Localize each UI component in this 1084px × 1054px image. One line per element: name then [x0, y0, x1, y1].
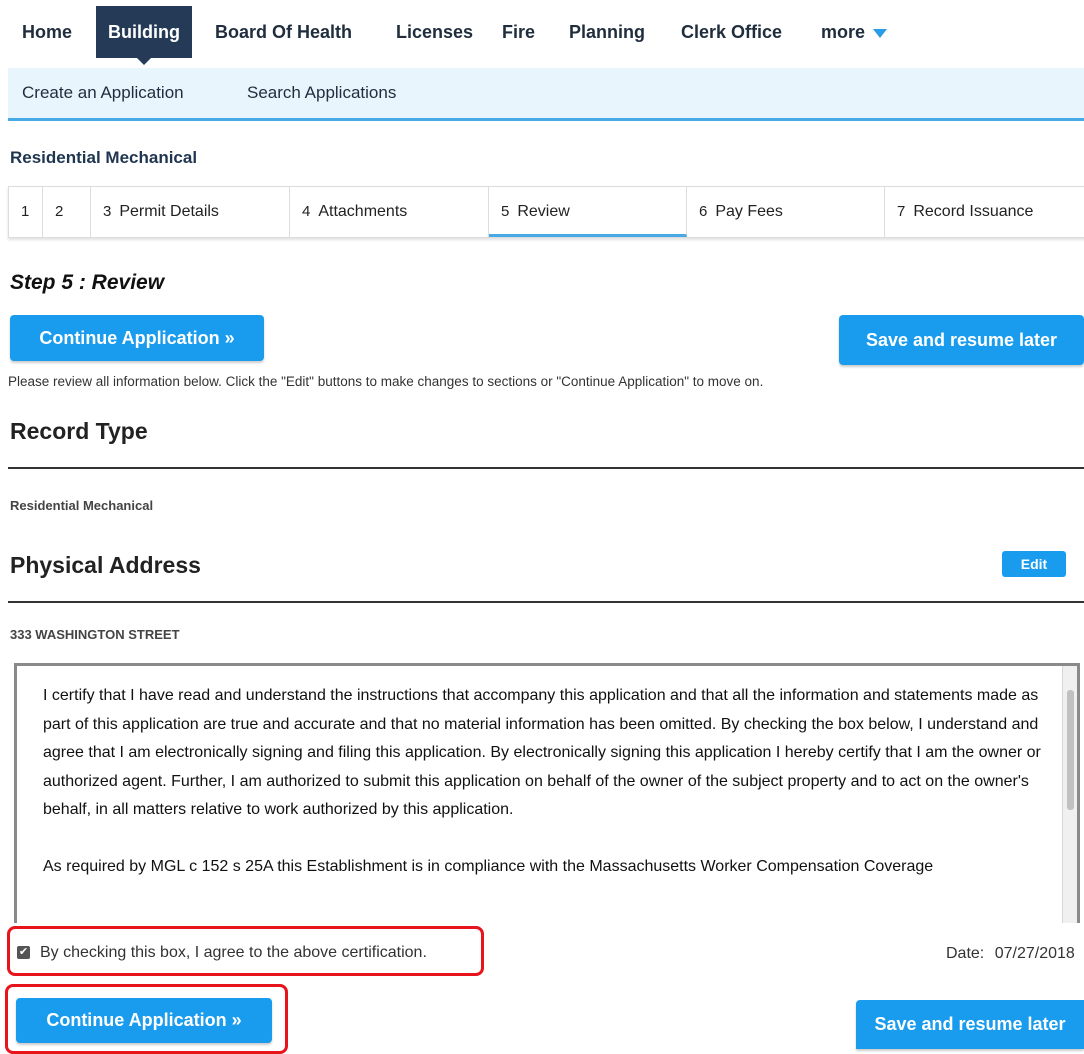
date-display: Date: 07/27/2018: [946, 945, 1075, 963]
tab-licenses[interactable]: Licenses: [396, 6, 473, 58]
continue-application-button-bottom[interactable]: Continue Application »: [16, 998, 272, 1043]
certification-text-box[interactable]: I certify that I have read and understan…: [14, 663, 1080, 923]
step-record-issuance[interactable]: 7 Record Issuance: [885, 187, 1084, 237]
date-label: Date:: [946, 945, 985, 962]
create-application-link[interactable]: Create an Application: [22, 68, 184, 118]
record-type-title: Record Type: [10, 418, 148, 444]
step-attachments[interactable]: 4 Attachments: [290, 187, 489, 237]
certification-paragraph-1: I certify that I have read and understan…: [43, 687, 1041, 818]
step-2[interactable]: 2: [43, 187, 91, 237]
step-heading: Step 5 : Review: [10, 271, 165, 294]
tab-planning[interactable]: Planning: [569, 6, 645, 58]
step-permit-details[interactable]: 3 Permit Details: [91, 187, 290, 237]
sub-nav: Create an Application Search Application…: [8, 68, 1084, 121]
agree-checkbox[interactable]: ✔: [17, 946, 30, 960]
scrollbar-thumb[interactable]: [1067, 690, 1074, 810]
certification-scrollbar[interactable]: [1062, 666, 1077, 923]
physical-address-title: Physical Address: [10, 552, 201, 578]
review-instructions: Please review all information below. Cli…: [8, 374, 764, 389]
date-value: 07/27/2018: [994, 945, 1075, 962]
agree-checkbox-label: By checking this box, I agree to the abo…: [40, 944, 427, 961]
search-applications-link[interactable]: Search Applications: [247, 68, 396, 118]
physical-address-value: 333 WASHINGTON STREET: [10, 627, 180, 642]
section-divider: [8, 601, 1084, 603]
step-pay-fees[interactable]: 6 Pay Fees: [687, 187, 885, 237]
edit-address-button[interactable]: Edit: [1002, 551, 1066, 577]
dropdown-arrow-icon: [873, 28, 888, 38]
record-title: Residential Mechanical: [10, 148, 198, 167]
certification-text: I certify that I have read and understan…: [43, 682, 1053, 881]
step-1[interactable]: 1: [9, 187, 43, 237]
agree-row[interactable]: ✔ By checking this box, I agree to the ab…: [17, 940, 427, 966]
step-review[interactable]: 5 Review: [489, 187, 687, 237]
save-resume-later-button-bottom[interactable]: Save and resume later: [856, 1000, 1084, 1049]
tab-home[interactable]: Home: [22, 6, 72, 58]
tab-board-of-health[interactable]: Board Of Health: [215, 6, 352, 58]
record-type-value: Residential Mechanical: [10, 498, 154, 513]
tab-more[interactable]: more: [821, 6, 888, 58]
top-nav: Home Building Board Of Health Licenses F…: [0, 0, 1084, 66]
save-resume-later-button-top[interactable]: Save and resume later: [839, 315, 1084, 365]
certification-paragraph-2: As required by MGL c 152 s 25A this Esta…: [43, 857, 934, 875]
tab-building[interactable]: Building: [96, 6, 192, 65]
tab-fire[interactable]: Fire: [502, 6, 535, 58]
tab-more-label: more: [821, 22, 866, 42]
step-bar: 1 2 3 Permit Details 4 Attachments 5 Review…: [8, 186, 1084, 238]
tab-clerk-office[interactable]: Clerk Office: [681, 6, 782, 58]
continue-application-button-top[interactable]: Continue Application »: [10, 315, 264, 361]
section-divider: [8, 467, 1084, 469]
